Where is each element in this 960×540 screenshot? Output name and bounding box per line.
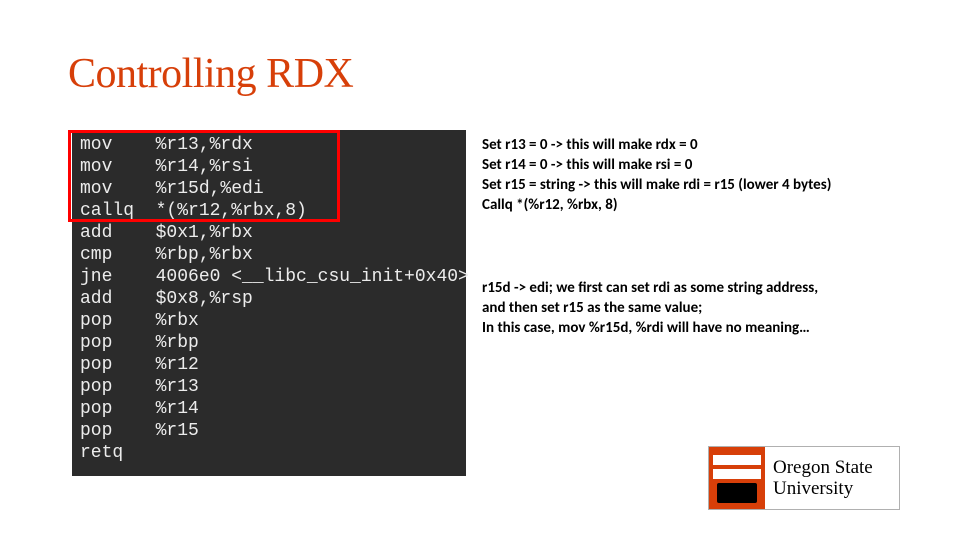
code-line: pop %r13 — [80, 376, 458, 398]
code-line: pop %r15 — [80, 420, 458, 442]
logo-line1: Oregon State — [773, 458, 899, 477]
code-line: pop %r12 — [80, 354, 458, 376]
code-line: retq — [80, 442, 458, 464]
notes-top: Set r13 = 0 -> this will make rdx = 0 Se… — [482, 135, 942, 215]
code-line: mov %r14,%rsi — [80, 156, 458, 178]
osu-shield-icon — [709, 447, 765, 509]
assembly-code-block: mov %r13,%rdx mov %r14,%rsi mov %r15d,%e… — [72, 130, 466, 476]
oregon-state-logo: Oregon State University — [708, 446, 900, 510]
note-line: Set r13 = 0 -> this will make rdx = 0 — [482, 135, 942, 155]
code-line: callq *(%r12,%rbx,8) — [80, 200, 458, 222]
notes-bottom: r15d -> edi; we first can set rdi as som… — [482, 278, 942, 338]
code-line: add $0x1,%rbx — [80, 222, 458, 244]
code-line: pop %r14 — [80, 398, 458, 420]
code-line: pop %rbp — [80, 332, 458, 354]
code-line: pop %rbx — [80, 310, 458, 332]
note-line: Set r15 = string -> this will make rdi =… — [482, 175, 942, 195]
code-line: mov %r15d,%edi — [80, 178, 458, 200]
code-line: mov %r13,%rdx — [80, 134, 458, 156]
note-line: and then set r15 as the same value; — [482, 298, 942, 318]
code-line: cmp %rbp,%rbx — [80, 244, 458, 266]
logo-text: Oregon State University — [765, 447, 899, 509]
code-line: jne 4006e0 <__libc_csu_init+0x40> — [80, 266, 458, 288]
note-line: r15d -> edi; we first can set rdi as som… — [482, 278, 942, 298]
slide-title: Controlling RDX — [68, 50, 353, 98]
code-line: add $0x8,%rsp — [80, 288, 458, 310]
note-line: In this case, mov %r15d, %rdi will have … — [482, 318, 942, 338]
note-line: Callq *(%r12, %rbx, 8) — [482, 195, 942, 215]
slide: Controlling RDX mov %r13,%rdx mov %r14,%… — [0, 0, 960, 540]
logo-line2: University — [773, 479, 899, 498]
note-line: Set r14 = 0 -> this will make rsi = 0 — [482, 155, 942, 175]
